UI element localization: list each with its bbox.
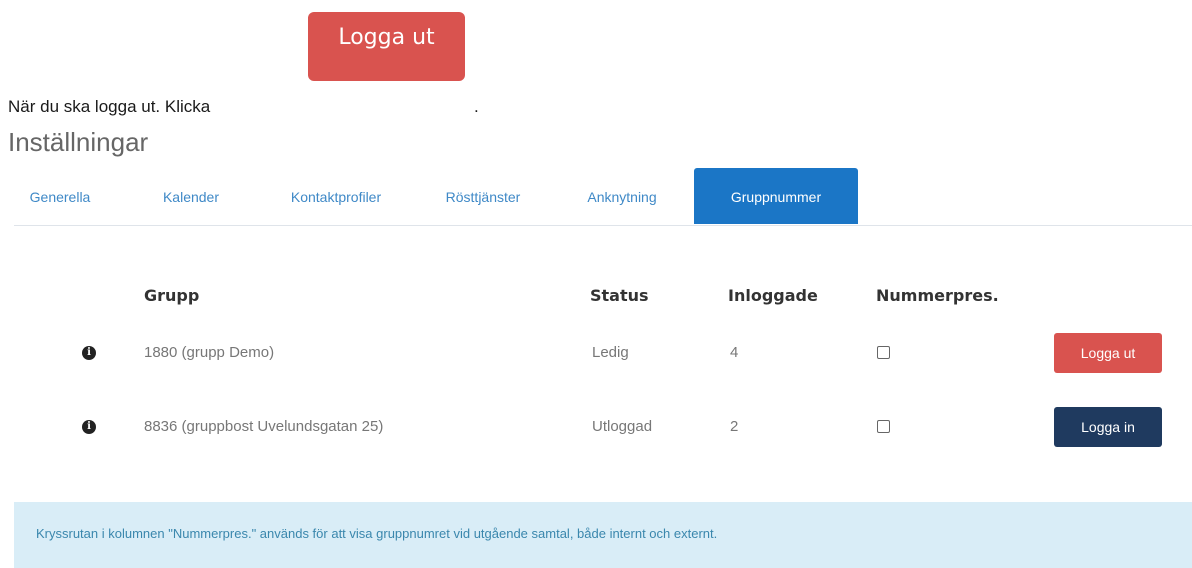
- info-icon[interactable]: i: [82, 420, 96, 434]
- number-pres-checkbox[interactable]: [877, 420, 890, 433]
- column-header-status: Status: [590, 286, 649, 305]
- row-group: 1880 (grupp Demo): [144, 344, 275, 361]
- info-icon[interactable]: i: [82, 346, 96, 360]
- logout-button[interactable]: Logga ut: [1054, 333, 1162, 373]
- example-logout-button[interactable]: Logga ut: [308, 12, 465, 81]
- tab-anknytning[interactable]: Anknytning: [566, 168, 678, 224]
- number-pres-checkbox[interactable]: [877, 346, 890, 359]
- tab-rosttjanster[interactable]: Rösttjänster: [418, 168, 548, 224]
- column-header-group: Grupp: [144, 286, 200, 305]
- row-status: Ledig: [592, 344, 629, 361]
- tab-kontaktprofiler[interactable]: Kontaktprofiler: [266, 168, 406, 224]
- row-group: 8836 (gruppbost Uvelundsgatan 25): [144, 418, 384, 435]
- info-alert-text: Kryssrutan i kolumnen "Nummerpres." anvä…: [36, 526, 718, 541]
- info-alert: Kryssrutan i kolumnen "Nummerpres." anvä…: [14, 502, 1192, 568]
- login-button-label: Logga in: [1081, 419, 1135, 435]
- instruction-period: .: [474, 97, 479, 116]
- login-button[interactable]: Logga in: [1054, 407, 1162, 447]
- logout-button-label: Logga ut: [1080, 345, 1136, 361]
- tab-kalender[interactable]: Kalender: [146, 168, 236, 224]
- tab-generella[interactable]: Generella: [14, 168, 106, 224]
- row-status: Utloggad: [592, 418, 653, 435]
- row-logged-in: 2: [730, 418, 739, 435]
- instruction-text: När du ska logga ut. Klicka: [8, 97, 211, 116]
- row-logged-in: 4: [730, 344, 739, 361]
- page-title: Inställningar: [8, 127, 149, 157]
- settings-tabs: Generella Kalender Kontaktprofiler Röstt…: [14, 168, 1192, 226]
- column-header-logged-in: Inloggade: [728, 286, 818, 305]
- example-logout-label: Logga ut: [338, 25, 435, 50]
- column-header-number-pres: Nummerpres.: [876, 286, 999, 305]
- tab-gruppnummer[interactable]: Gruppnummer: [694, 168, 858, 224]
